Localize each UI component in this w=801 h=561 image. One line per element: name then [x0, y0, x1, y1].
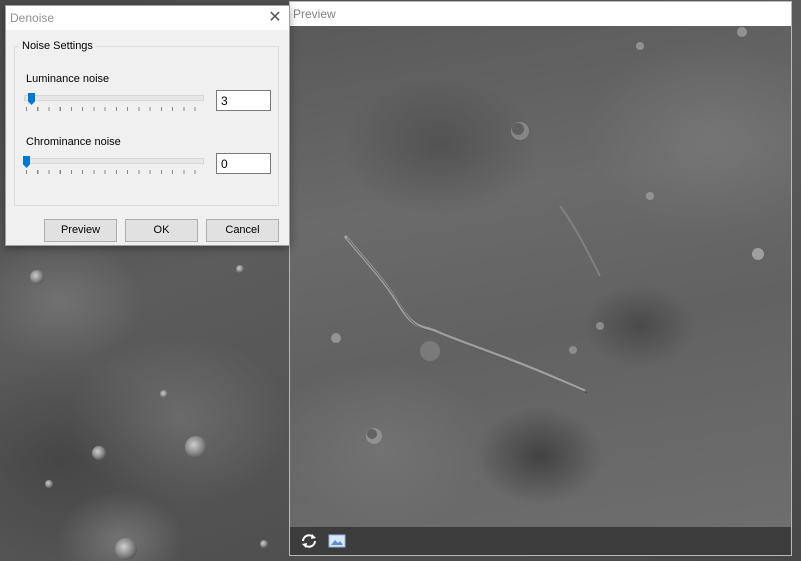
preview-window: Preview	[289, 1, 792, 556]
crater	[236, 265, 244, 273]
chrominance-noise-input[interactable]	[216, 153, 271, 174]
chrominance-slider-ticks	[26, 170, 206, 174]
chrominance-noise-label: Chrominance noise	[26, 136, 121, 148]
refresh-icon[interactable]	[300, 533, 318, 549]
lunar-rille	[331, 27, 764, 444]
luminance-slider-track[interactable]	[24, 95, 204, 101]
dialog-title: Denoise	[6, 6, 289, 30]
noise-settings-label: Noise Settings	[19, 39, 96, 53]
preview-window-title: Preview	[290, 2, 791, 26]
luminance-slider-ticks	[26, 107, 206, 111]
luminance-noise-input[interactable]	[216, 90, 271, 111]
crater	[45, 480, 53, 488]
cancel-button[interactable]: Cancel	[206, 219, 279, 242]
crater	[260, 540, 268, 548]
denoise-dialog: Denoise ✕ Noise Settings Luminance noise…	[5, 5, 290, 246]
image-icon[interactable]	[328, 533, 346, 549]
preview-image[interactable]	[290, 26, 791, 527]
crater	[185, 436, 207, 458]
preview-button[interactable]: Preview	[44, 219, 117, 242]
ok-button[interactable]: OK	[125, 219, 198, 242]
chrominance-slider-track[interactable]	[24, 158, 204, 164]
crater	[160, 390, 168, 398]
noise-settings-group	[14, 46, 279, 206]
close-icon[interactable]: ✕	[267, 10, 283, 26]
luminance-noise-label: Luminance noise	[26, 73, 110, 85]
preview-toolbar	[290, 527, 791, 555]
crater	[115, 538, 137, 560]
crater	[30, 270, 44, 284]
crater	[92, 446, 106, 460]
